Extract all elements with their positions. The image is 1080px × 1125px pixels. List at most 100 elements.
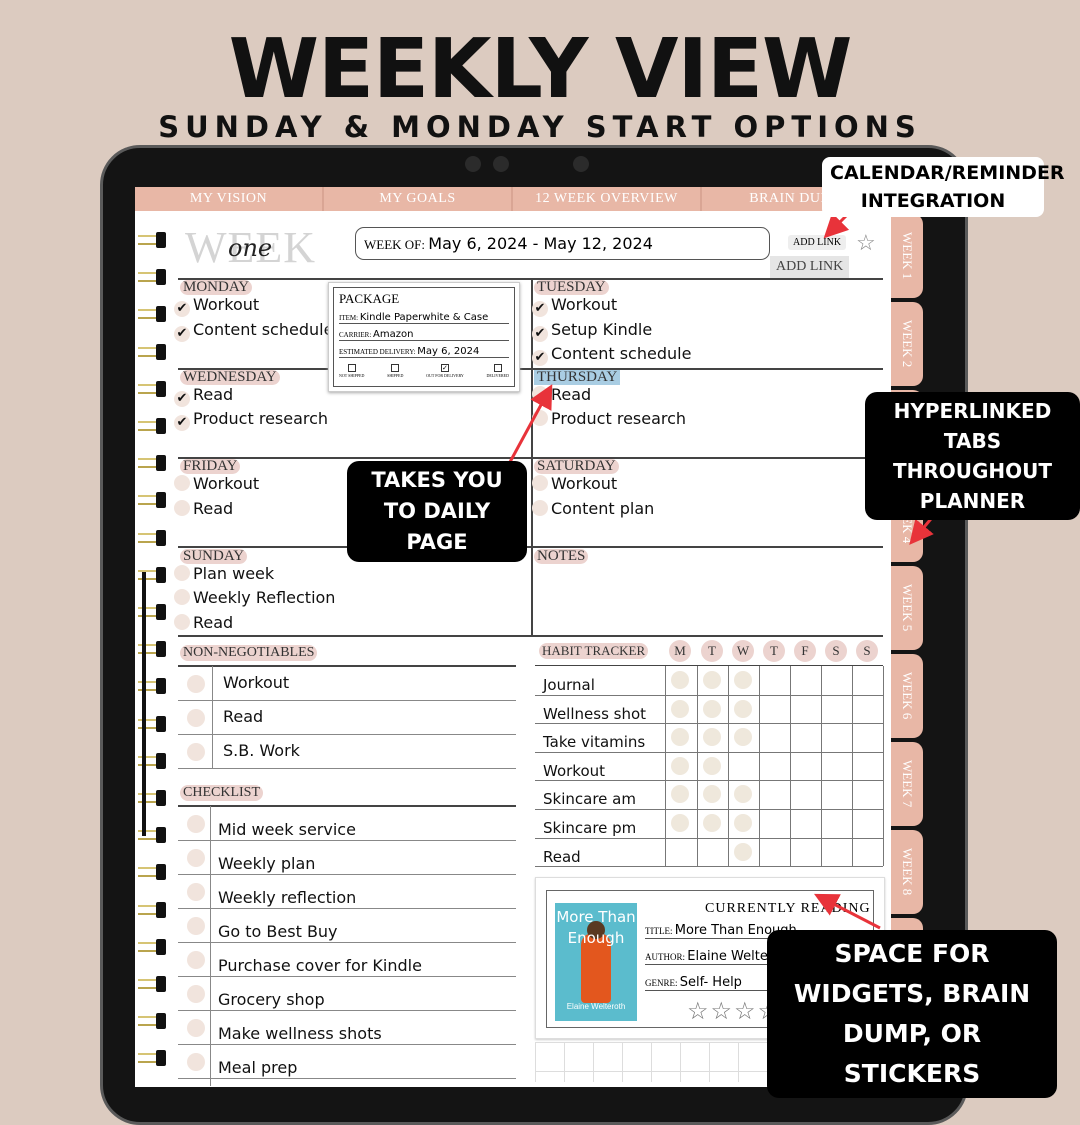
habit-cell[interactable] xyxy=(827,843,845,861)
checkmark-icon[interactable]: ✔ xyxy=(174,325,190,342)
checkbox-circle[interactable] xyxy=(187,985,205,1003)
checkmark-icon[interactable]: ✔ xyxy=(174,390,190,407)
habit-cell[interactable] xyxy=(765,843,783,861)
checkbox-circle[interactable] xyxy=(174,589,190,605)
habit-cell[interactable] xyxy=(858,814,876,832)
day-heading-friday[interactable]: FRIDAY xyxy=(180,459,241,474)
habit-cell[interactable] xyxy=(827,671,845,689)
habit-done-dot[interactable] xyxy=(671,814,689,832)
checkbox-circle[interactable] xyxy=(174,613,190,630)
checkbox-circle[interactable] xyxy=(187,1053,205,1071)
task-item[interactable]: ✔ Workout xyxy=(174,295,259,317)
task-item[interactable]: Read xyxy=(174,499,233,518)
habit-done-dot[interactable] xyxy=(671,699,689,718)
habit-cell[interactable] xyxy=(765,814,783,832)
add-link-button[interactable]: ADD LINK xyxy=(788,235,847,250)
tab-week-7[interactable]: WEEK 7 xyxy=(891,742,923,826)
habit-cell[interactable] xyxy=(671,843,689,861)
package-status[interactable]: ✓ OUT FOR DELIVERY xyxy=(426,364,464,378)
day-heading-notes[interactable]: NOTES xyxy=(534,548,589,564)
task-item[interactable]: Workout xyxy=(532,474,617,493)
status-checkbox[interactable] xyxy=(493,364,502,372)
habit-cell[interactable] xyxy=(796,700,814,718)
rating-star-icon[interactable]: ☆ xyxy=(711,998,735,1025)
package-status[interactable]: NOT SHIPPED xyxy=(339,364,364,378)
tab-my-vision[interactable]: MY VISION xyxy=(135,187,324,211)
habit-cell[interactable] xyxy=(858,671,876,689)
task-item[interactable]: Read xyxy=(174,613,233,632)
checkbox-circle[interactable] xyxy=(174,564,190,581)
checkbox-circle[interactable] xyxy=(187,675,205,693)
habit-cell[interactable] xyxy=(703,843,721,861)
habit-done-dot[interactable] xyxy=(671,671,689,689)
checkbox-circle[interactable] xyxy=(187,883,205,901)
day-heading-thursday[interactable]: THURSDAY xyxy=(534,369,621,385)
tab-week-6[interactable]: WEEK 6 xyxy=(891,654,923,738)
checkbox-circle[interactable] xyxy=(187,1019,205,1037)
habit-done-dot[interactable] xyxy=(703,814,721,832)
task-item[interactable]: ✔ Workout xyxy=(532,295,617,317)
checkbox-circle[interactable] xyxy=(532,499,548,516)
habit-done-dot[interactable] xyxy=(703,699,721,718)
checkmark-icon[interactable]: ✔ xyxy=(174,301,190,317)
package-status[interactable]: SHIPPED xyxy=(387,364,403,378)
habit-cell[interactable] xyxy=(858,700,876,718)
checkbox-circle[interactable] xyxy=(174,475,190,491)
habit-cell[interactable] xyxy=(765,757,783,775)
checkbox-circle[interactable] xyxy=(174,499,190,516)
habit-done-dot[interactable] xyxy=(734,699,752,718)
day-heading-tuesday[interactable]: TUESDAY xyxy=(534,280,609,295)
habit-cell[interactable] xyxy=(827,814,845,832)
day-heading-monday[interactable]: MONDAY xyxy=(180,280,253,295)
favorite-star-icon[interactable]: ☆ xyxy=(856,230,876,256)
tab-12-week-overview[interactable]: 12 WEEK OVERVIEW xyxy=(513,187,702,211)
checkbox-circle[interactable] xyxy=(187,709,205,727)
habit-done-dot[interactable] xyxy=(734,671,752,689)
package-status[interactable]: DELIVERED xyxy=(487,364,509,378)
day-heading-saturday[interactable]: SATURDAY xyxy=(534,459,619,474)
tab-week-5[interactable]: WEEK 5 xyxy=(891,566,923,650)
checkbox-circle[interactable] xyxy=(187,815,205,833)
habit-cell[interactable] xyxy=(796,671,814,689)
rating-star-icon[interactable]: ☆ xyxy=(687,998,711,1025)
habit-done-dot[interactable] xyxy=(671,756,689,775)
checkmark-icon[interactable]: ✔ xyxy=(532,350,548,366)
habit-cell[interactable] xyxy=(796,814,814,832)
day-heading-wednesday[interactable]: WEDNESDAY xyxy=(180,369,280,385)
task-item[interactable]: ✔ Setup Kindle xyxy=(532,320,652,342)
habit-done-dot[interactable] xyxy=(734,842,752,861)
habit-cell[interactable] xyxy=(827,700,845,718)
habit-cell[interactable] xyxy=(827,757,845,775)
checkbox-circle[interactable] xyxy=(532,475,548,491)
task-item[interactable]: Product research xyxy=(532,409,686,428)
tab-week-1[interactable]: WEEK 1 xyxy=(891,214,923,298)
checkbox-circle[interactable] xyxy=(187,849,205,867)
habit-cell[interactable] xyxy=(765,671,783,689)
status-checkbox[interactable]: ✓ xyxy=(440,364,449,372)
habit-cell[interactable] xyxy=(765,700,783,718)
tab-week-2[interactable]: WEEK 2 xyxy=(891,302,923,386)
habit-done-dot[interactable] xyxy=(703,671,721,689)
habit-done-dot[interactable] xyxy=(734,814,752,832)
checkbox-circle[interactable] xyxy=(187,743,205,761)
checkbox-circle[interactable] xyxy=(187,917,205,935)
habit-cell[interactable] xyxy=(734,757,752,775)
status-checkbox[interactable] xyxy=(391,364,400,372)
checkbox-circle[interactable] xyxy=(532,410,548,426)
status-checkbox[interactable] xyxy=(347,364,356,372)
habit-cell[interactable] xyxy=(796,757,814,775)
task-item[interactable]: Plan week xyxy=(174,564,274,583)
task-item[interactable]: ✔ Content schedule xyxy=(532,344,691,366)
checkmark-icon[interactable]: ✔ xyxy=(532,325,548,342)
habit-done-dot[interactable] xyxy=(703,756,721,775)
rating-star-icon[interactable]: ☆ xyxy=(734,998,758,1025)
task-item[interactable]: ✔ Product research xyxy=(174,409,328,431)
task-item[interactable]: Read xyxy=(532,385,591,404)
habit-cell[interactable] xyxy=(858,843,876,861)
habit-cell[interactable] xyxy=(858,757,876,775)
checkmark-icon[interactable]: ✔ xyxy=(174,415,190,431)
habit-cell[interactable] xyxy=(796,843,814,861)
week-of-field[interactable]: WEEK OF: May 6, 2024 - May 12, 2024 xyxy=(355,227,770,260)
checkmark-icon[interactable]: ✔ xyxy=(532,301,548,317)
task-item[interactable]: Workout xyxy=(174,474,259,493)
